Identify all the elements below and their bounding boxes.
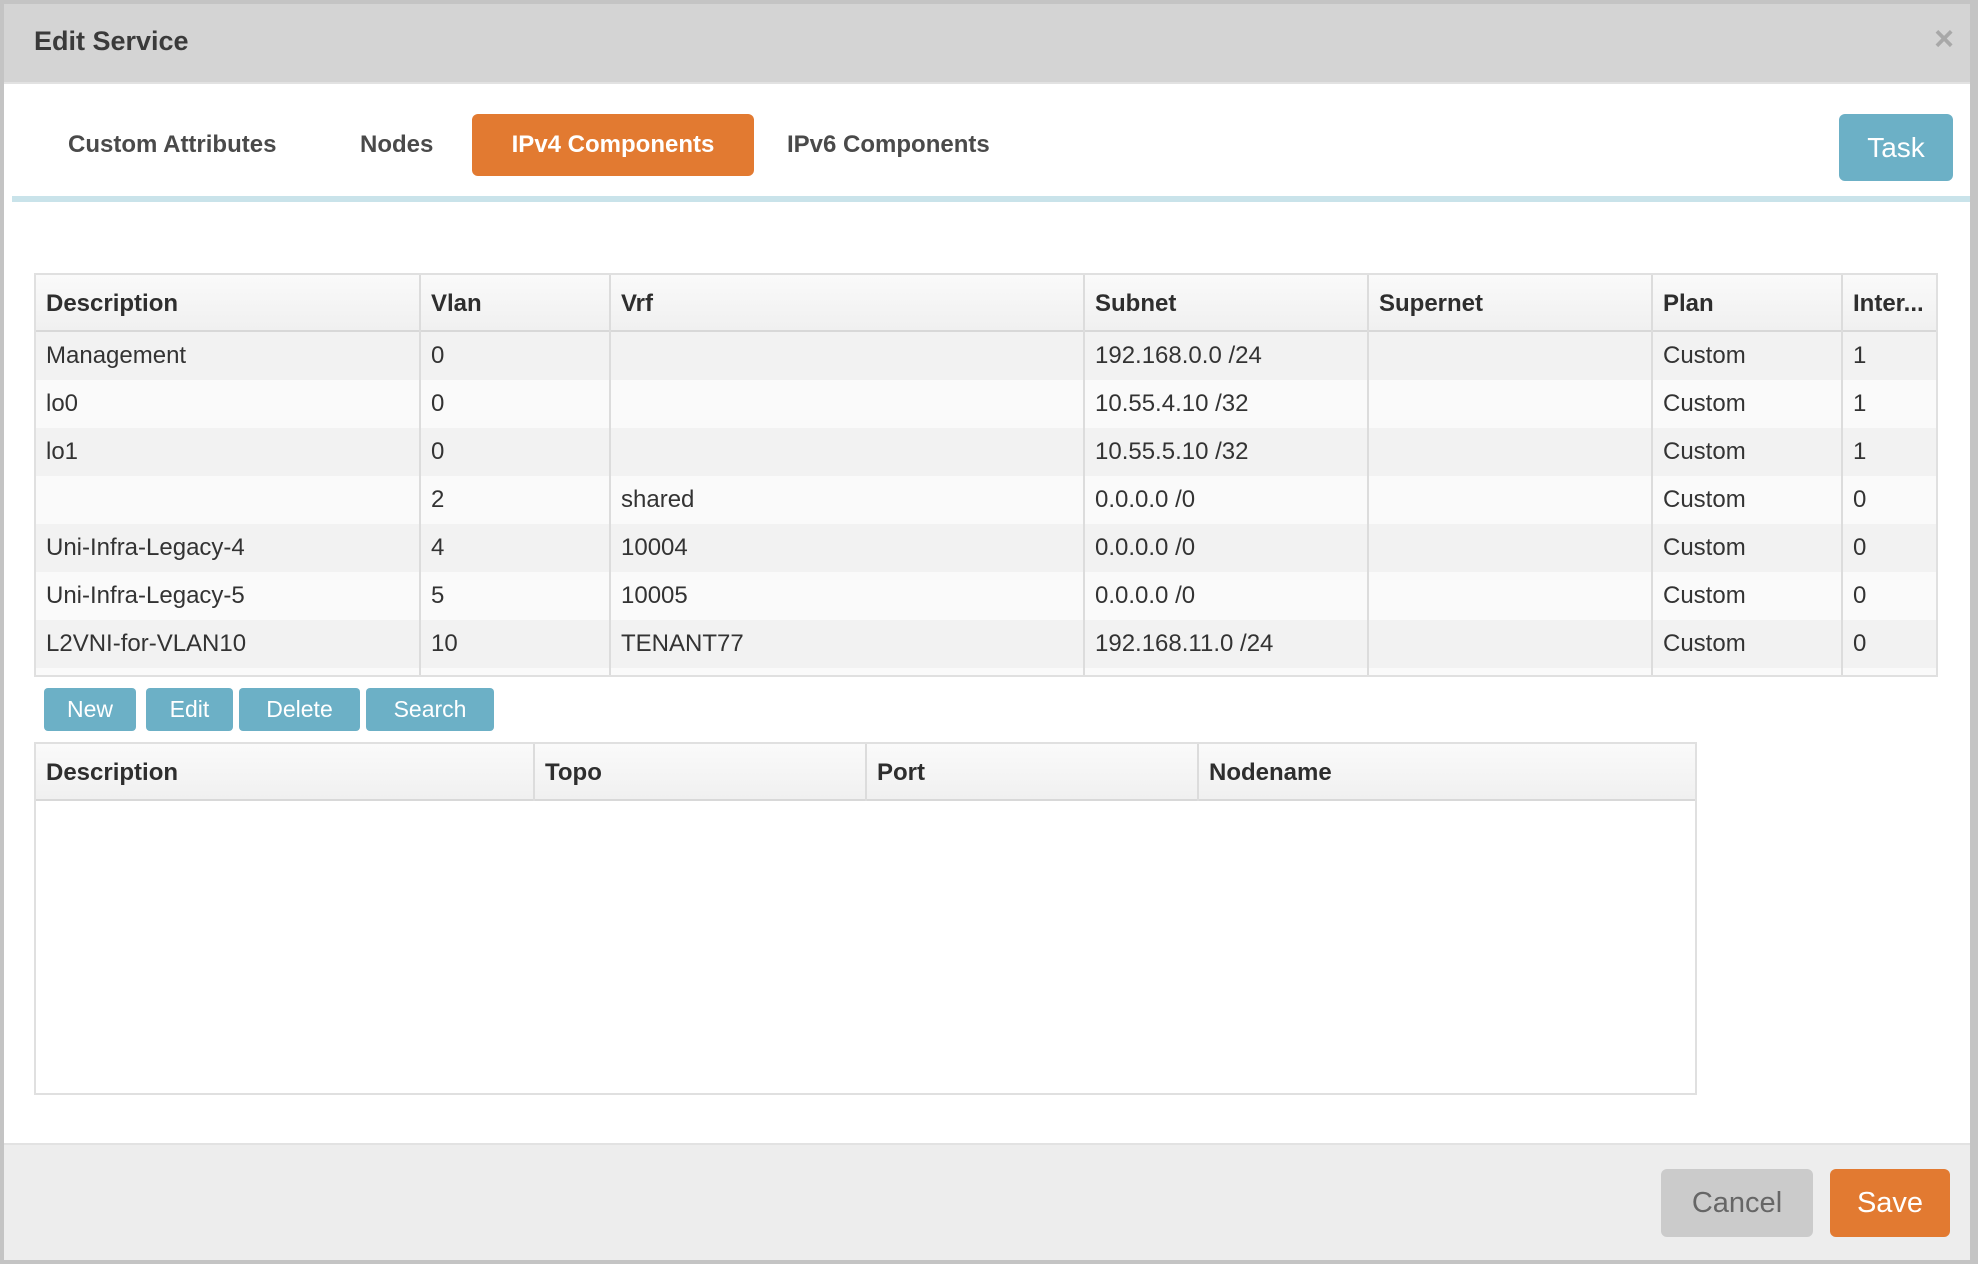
cell-vlan: 0: [431, 438, 445, 465]
table-header: Description Topo Port Nodename: [36, 744, 1695, 801]
column-divider: [419, 332, 421, 675]
new-button[interactable]: New: [44, 688, 136, 731]
ipv4-components-table: Description Vlan Vrf Subnet Supernet Pla…: [34, 273, 1938, 677]
cancel-button[interactable]: Cancel: [1661, 1169, 1813, 1237]
column-header-plan[interactable]: Plan: [1653, 275, 1843, 332]
column-header-topo[interactable]: Topo: [535, 744, 867, 801]
cell-subnet: 0.0.0.0 /0: [1095, 486, 1196, 513]
component-interfaces-table: Description Topo Port Nodename: [34, 742, 1697, 1095]
cell-plan: Custom: [1663, 582, 1746, 609]
dialog-title: Edit Service: [34, 26, 189, 56]
column-divider: [1651, 332, 1653, 675]
cell-description: Management: [46, 342, 187, 369]
cell-supernet: [1369, 428, 1653, 476]
cell-interfaces: 1: [1853, 390, 1867, 417]
cell-vrf: [611, 428, 1085, 476]
cell-vrf: 10005: [621, 582, 688, 609]
cell-interfaces: 0: [1853, 534, 1867, 561]
column-header-description[interactable]: Description: [36, 275, 421, 332]
edit-button[interactable]: Edit: [146, 688, 233, 731]
cell-plan: Custom: [1663, 438, 1746, 465]
cell-vlan: 0: [431, 342, 445, 369]
cell-subnet: 192.168.0.0 /24: [1095, 342, 1262, 369]
cell-vrf: shared: [621, 486, 695, 513]
column-header-nodename[interactable]: Nodename: [1199, 744, 1695, 801]
cell-plan: Custom: [1663, 630, 1746, 657]
cell-vlan: 0: [431, 390, 445, 417]
column-divider: [1841, 332, 1843, 675]
column-header-vlan[interactable]: Vlan: [421, 275, 611, 332]
cell-supernet: [1369, 332, 1653, 380]
cell-vrf: 10004: [621, 534, 688, 561]
save-button[interactable]: Save: [1830, 1169, 1950, 1237]
cell-vrf: [611, 380, 1085, 428]
tab-underline: [12, 196, 1970, 202]
column-divider: [1083, 332, 1085, 675]
edit-service-dialog: Edit Service × Custom Attributes Nodes I…: [4, 4, 1970, 1260]
task-button[interactable]: Task: [1839, 114, 1953, 181]
column-header-supernet[interactable]: Supernet: [1369, 275, 1653, 332]
cell-subnet: 0.0.0.0 /0: [1095, 582, 1196, 609]
cell-vlan: 5: [431, 582, 445, 609]
cell-subnet: 10.55.4.10 /32: [1095, 390, 1249, 417]
cell-description: lo1: [46, 438, 79, 465]
cell-interfaces: 0: [1853, 486, 1867, 513]
cell-subnet: 0.0.0.0 /0: [1095, 534, 1196, 561]
dialog-header: Edit Service ×: [4, 4, 1970, 84]
cell-vlan: 4: [431, 534, 445, 561]
cell-subnet: 192.168.11.0 /24: [1095, 630, 1274, 657]
cell-supernet: [1369, 476, 1653, 524]
cell-plan: Custom: [1663, 390, 1746, 417]
column-header-vrf[interactable]: Vrf: [611, 275, 1085, 332]
cell-description: lo0: [46, 390, 79, 417]
column-header-subnet[interactable]: Subnet: [1085, 275, 1369, 332]
cell-description: [36, 476, 421, 524]
cell-plan: Custom: [1663, 534, 1746, 561]
tab-nodes[interactable]: Nodes: [327, 114, 466, 176]
cell-vrf: TENANT77: [621, 630, 744, 657]
cell-supernet: [1369, 620, 1653, 668]
column-header-description[interactable]: Description: [36, 744, 535, 801]
table-header: Description Vlan Vrf Subnet Supernet Pla…: [36, 275, 1936, 332]
delete-button[interactable]: Delete: [239, 688, 360, 731]
tab-custom-attributes[interactable]: Custom Attributes: [35, 114, 309, 176]
cell-supernet: [1369, 572, 1653, 620]
cell-interfaces: 0: [1853, 630, 1867, 657]
cell-vlan: 10: [431, 630, 458, 657]
cell-vlan: 2: [431, 486, 445, 513]
cell-description: L2VNI-for-VLAN10: [46, 630, 247, 657]
dialog-footer: Cancel Save: [4, 1143, 1970, 1260]
close-icon[interactable]: ×: [1934, 22, 1954, 56]
cell-plan: Custom: [1663, 342, 1746, 369]
column-divider: [1367, 332, 1369, 675]
column-header-interfaces[interactable]: Inter...: [1843, 275, 1936, 332]
cell-subnet: 10.55.5.10 /32: [1095, 438, 1249, 465]
cell-interfaces: 0: [1853, 582, 1867, 609]
cell-supernet: [1369, 524, 1653, 572]
cell-description: Uni-Infra-Legacy-5: [46, 582, 245, 609]
cell-interfaces: 1: [1853, 438, 1867, 465]
tab-bar: Custom Attributes Nodes IPv4 Components …: [4, 114, 1970, 176]
cell-interfaces: 1: [1853, 342, 1867, 369]
tab-ipv6-components[interactable]: IPv6 Components: [754, 114, 1023, 176]
cell-description: Uni-Infra-Legacy-4: [46, 534, 245, 561]
search-button[interactable]: Search: [366, 688, 494, 731]
column-header-port[interactable]: Port: [867, 744, 1199, 801]
column-divider: [609, 332, 611, 675]
cell-plan: Custom: [1663, 486, 1746, 513]
cell-supernet: [1369, 380, 1653, 428]
tab-ipv4-components[interactable]: IPv4 Components: [472, 114, 754, 176]
cell-vrf: [611, 332, 1085, 380]
